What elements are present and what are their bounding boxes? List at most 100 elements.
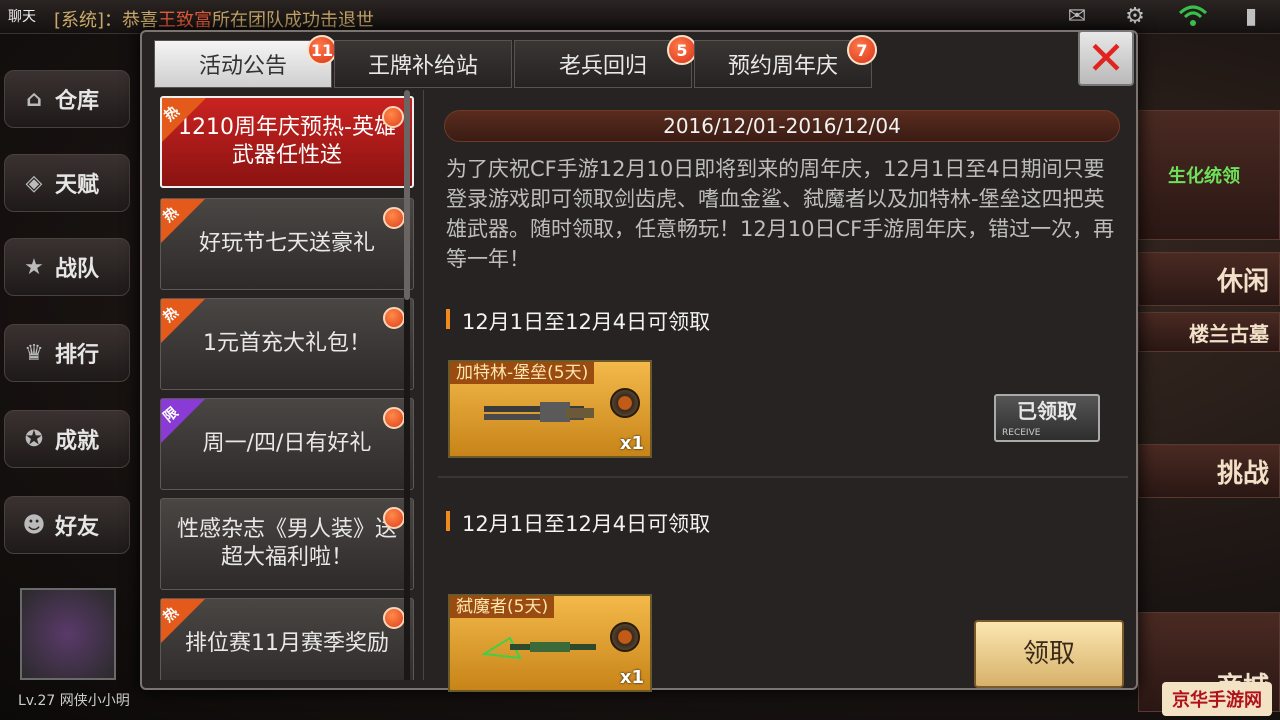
system-message-player-name: 王致富 [158,10,213,31]
scrollbar-thumb[interactable] [404,90,410,300]
top-bar: 聊天 [系统]：恭喜王致富所在团队成功击退世 ✉ ⚙ ▮ [0,0,1280,34]
player-info: Lv.27 网侠小小明 [18,690,130,710]
ammo-icon [610,388,640,418]
list-item-first-recharge[interactable]: 热 1元首充大礼包！ [160,298,414,390]
tab-anniversary-reservation[interactable]: 预约周年庆 7 [694,35,877,88]
new-dot-icon [383,207,405,229]
new-dot-icon [383,507,405,529]
reward-item-demon-slayer[interactable]: 弑魔者(5天) x1 [448,594,652,692]
nav-friends-label: 好友 [55,515,100,540]
nav-talent-label: 天赋 [55,173,100,198]
wifi-icon [1178,4,1208,30]
section-divider [438,476,1128,478]
list-item-magazine[interactable]: 性感杂志《男人装》送超大福利啦！ [160,498,414,590]
nav-warehouse-label: 仓库 [55,89,100,114]
friends-icon: ☻ [22,512,46,538]
nav-achievement-label: 成就 [55,429,100,454]
nav-team[interactable]: ★ 战队 [4,238,130,296]
tab-label: 预约周年庆 [727,54,838,79]
site-watermark: 京华手游网 [1162,682,1272,716]
notification-badge: 7 [847,35,877,65]
notification-badge: 5 [667,35,697,65]
event-announcement-dialog: 活动公告 11 王牌补给站 老兵回归 5 预约周年庆 7 ✕ 热 1210周年庆… [140,30,1138,692]
system-message: [系统]：恭喜王致富所在团队成功击退世 [54,6,374,32]
tab-event-announcement[interactable]: 活动公告 11 [154,35,337,88]
achievement-icon: ✪ [24,426,44,452]
new-dot-icon [383,407,405,429]
tab-supply-station[interactable]: 王牌补给站 [334,40,512,88]
event-date-range: 2016/12/01-2016/12/04 [444,110,1120,142]
system-message-text: 恭喜 [122,10,159,31]
new-dot-icon [383,607,405,629]
mode-card-loulan[interactable]: 楼兰古墓 [1138,312,1280,352]
list-item-title: 1210周年庆预热-英雄武器任性送 [178,115,396,168]
nav-friends[interactable]: ☻ 好友 [4,496,130,554]
received-sublabel: RECEIVE [1002,428,1041,438]
list-item-fun-festival[interactable]: 热 好玩节七天送豪礼 [160,198,414,290]
hot-tag-icon: 热 [161,299,205,343]
event-description: 为了庆祝CF手游12月10日即将到来的周年庆，12月1日至4日期间只要登录游戏即… [446,157,1115,271]
nav-achievement[interactable]: ✪ 成就 [4,410,130,468]
mail-icon[interactable]: ✉ [1062,4,1092,30]
talent-icon: ◈ [25,170,43,196]
warehouse-icon: ⌂ [26,86,42,112]
limited-tag-icon: 限 [161,399,205,443]
reward-item-name: 加特林-堡垒(5天) [450,362,595,384]
player-name: 网侠小小明 [59,693,130,709]
nav-ranking[interactable]: ♛ 排行 [4,324,130,382]
nav-talent[interactable]: ◈ 天赋 [4,154,130,212]
mode-card-zombie[interactable]: 生化统领 [1138,110,1280,240]
reward-quantity: x1 [619,433,644,454]
gatling-weapon-icon [484,402,594,422]
tab-label: 活动公告 [198,54,287,79]
hot-tag-icon: 热 [162,98,206,142]
crossbow-weapon-icon [480,636,596,660]
player-level: Lv.27 [18,693,56,709]
tab-label: 老兵回归 [558,54,647,79]
list-item-title: 周一/四/日有好礼 [202,431,372,456]
close-icon: ✕ [1086,31,1126,85]
player-avatar[interactable] [20,588,116,680]
event-list: 热 1210周年庆预热-英雄武器任性送 热 好玩节七天送豪礼 热 1元首充大礼包… [154,90,424,680]
list-item-title: 好玩节七天送豪礼 [198,231,375,256]
reward-item-name: 弑魔者(5天) [450,596,555,618]
hot-tag-icon: 热 [161,599,205,643]
nav-warehouse[interactable]: ⌂ 仓库 [4,70,130,128]
nav-ranking-label: 排行 [55,343,100,368]
new-dot-icon [383,307,405,329]
list-item-anniversary-preheat[interactable]: 热 1210周年庆预热-英雄武器任性送 [160,96,414,188]
received-label: 已领取 [1017,399,1077,423]
chat-button[interactable]: 聊天 [8,6,48,30]
close-button[interactable]: ✕ [1078,30,1134,86]
list-scrollbar[interactable] [404,90,410,680]
mode-card-casual[interactable]: 休闲 [1138,252,1280,306]
list-item-ranked-season[interactable]: 热 排位赛11月赛季奖励 [160,598,414,680]
reward-condition-2: 12月1日至12月4日可领取 [446,508,710,538]
top-icons: ✉ ⚙ ▮ [1062,4,1266,30]
received-status-button: 已领取 RECEIVE [994,394,1100,442]
system-message-suffix: 所在团队成功击退世 [212,10,375,31]
event-detail: 2016/12/01-2016/12/04 为了庆祝CF手游12月10日即将到来… [438,104,1128,692]
reward-quantity: x1 [619,667,644,688]
settings-gear-icon[interactable]: ⚙ [1120,4,1150,30]
notification-badge: 11 [307,35,337,65]
team-icon: ★ [24,254,44,280]
reward-condition-1: 12月1日至12月4日可领取 [446,306,710,336]
reward-item-gatling[interactable]: 加特林-堡垒(5天) x1 [448,360,652,458]
right-panel: 生化统领 休闲 楼兰古墓 挑战 商城 [1138,100,1280,720]
list-item-title: 排位赛11月赛季奖励 [185,631,389,656]
dialog-tabs: 活动公告 11 王牌补给站 老兵回归 5 预约周年庆 7 [154,35,877,88]
ammo-icon [610,622,640,652]
battery-icon: ▮ [1244,4,1258,29]
mode-card-challenge[interactable]: 挑战 [1138,444,1280,498]
tab-veteran-return[interactable]: 老兵回归 5 [514,35,697,88]
nav-team-label: 战队 [55,257,100,282]
hot-tag-icon: 热 [161,199,205,243]
claim-button[interactable]: 领取 [974,620,1124,688]
system-message-prefix: [系统]： [54,10,123,31]
ranking-icon: ♛ [24,340,44,366]
list-item-title: 1元首充大礼包！ [203,331,371,356]
list-item-weekday-gifts[interactable]: 限 周一/四/日有好礼 [160,398,414,490]
tab-label: 王牌补给站 [367,54,478,79]
list-item-title: 性感杂志《男人装》送超大福利啦！ [176,517,397,570]
